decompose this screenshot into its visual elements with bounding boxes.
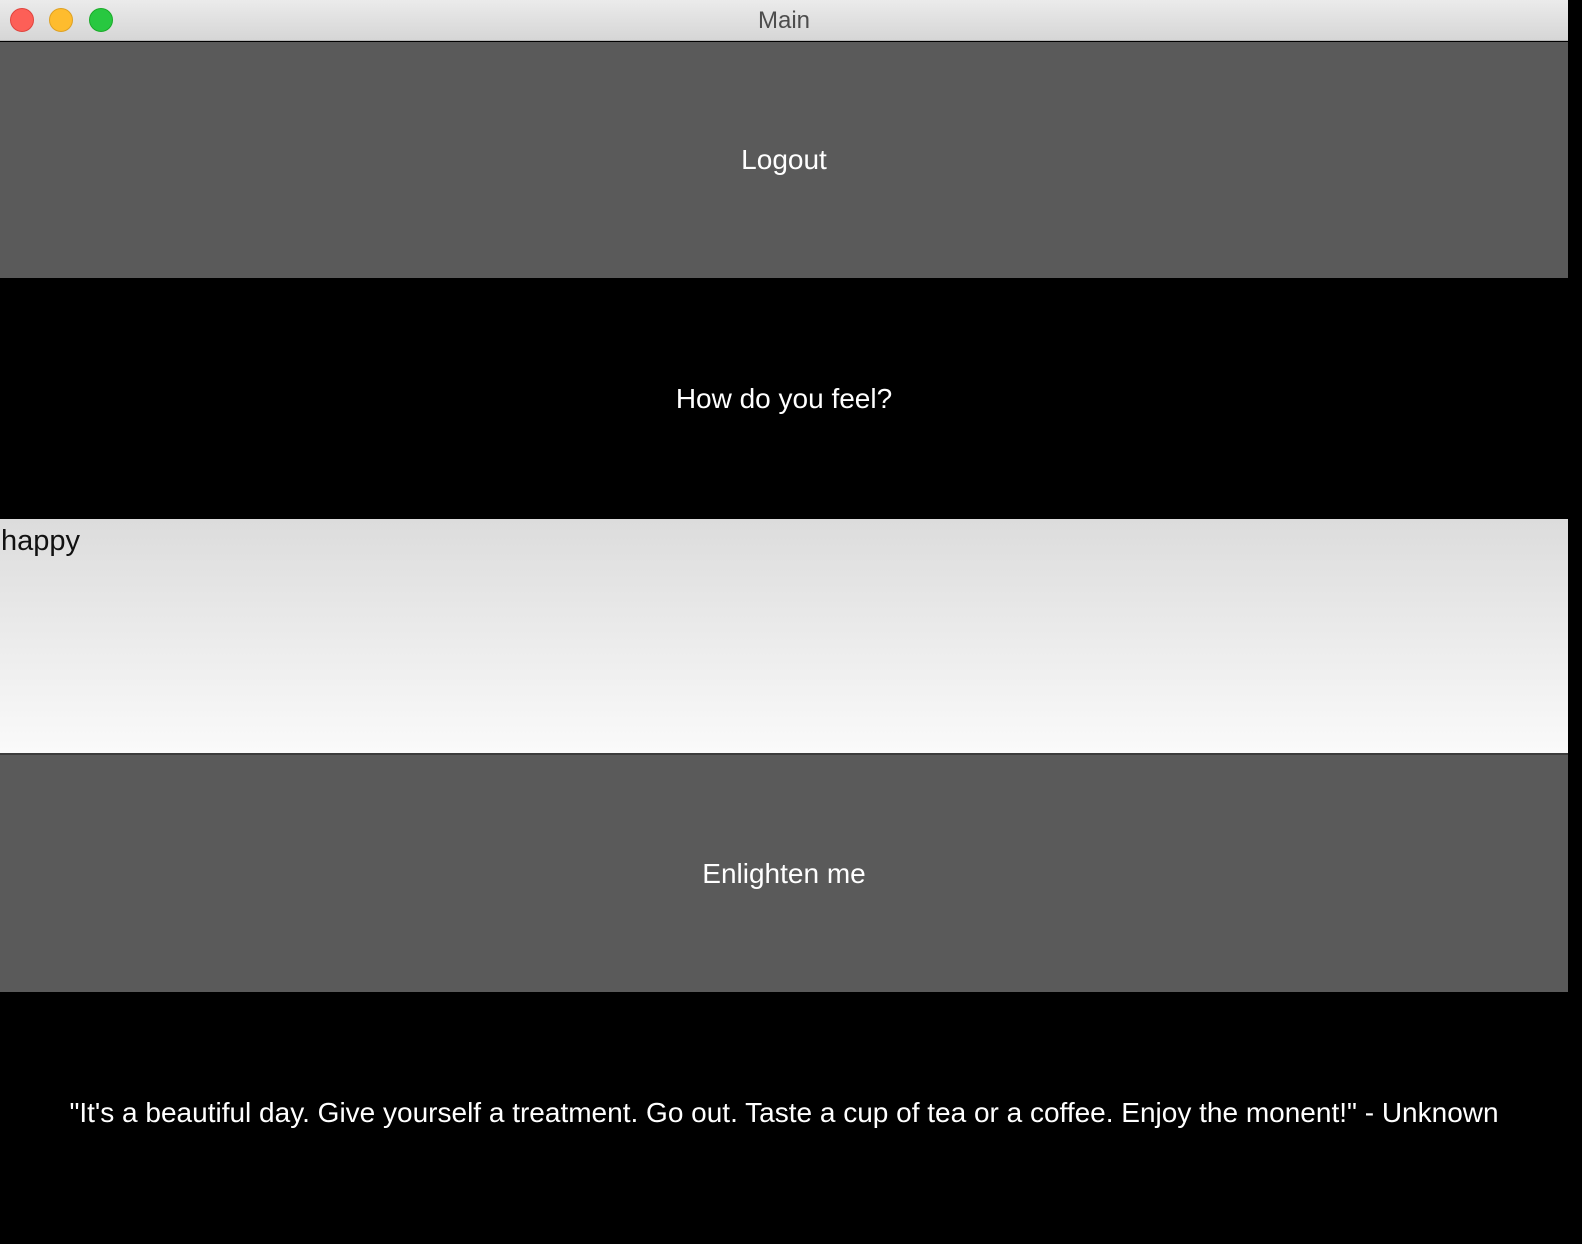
feeling-prompt-label: How do you feel?: [675, 382, 893, 414]
logout-button-label: Logout: [741, 144, 827, 175]
enlighten-button[interactable]: Enlighten me: [0, 755, 1568, 992]
enlighten-button-label: Enlighten me: [702, 857, 866, 889]
main-window: Main Logout How do you feel? happy Enlig…: [0, 0, 1568, 1233]
mood-input-value: happy: [1, 525, 81, 557]
quote-text: "It's a beautiful day. Give yourself a t…: [69, 1096, 1499, 1128]
mood-input[interactable]: happy: [0, 519, 1568, 755]
window-titlebar[interactable]: Main: [0, 0, 1568, 41]
logout-button[interactable]: Logout: [0, 42, 1568, 278]
quote-display: "It's a beautiful day. Give yourself a t…: [0, 992, 1568, 1233]
window-title: Main: [757, 7, 811, 34]
feeling-prompt: How do you feel?: [0, 278, 1568, 519]
